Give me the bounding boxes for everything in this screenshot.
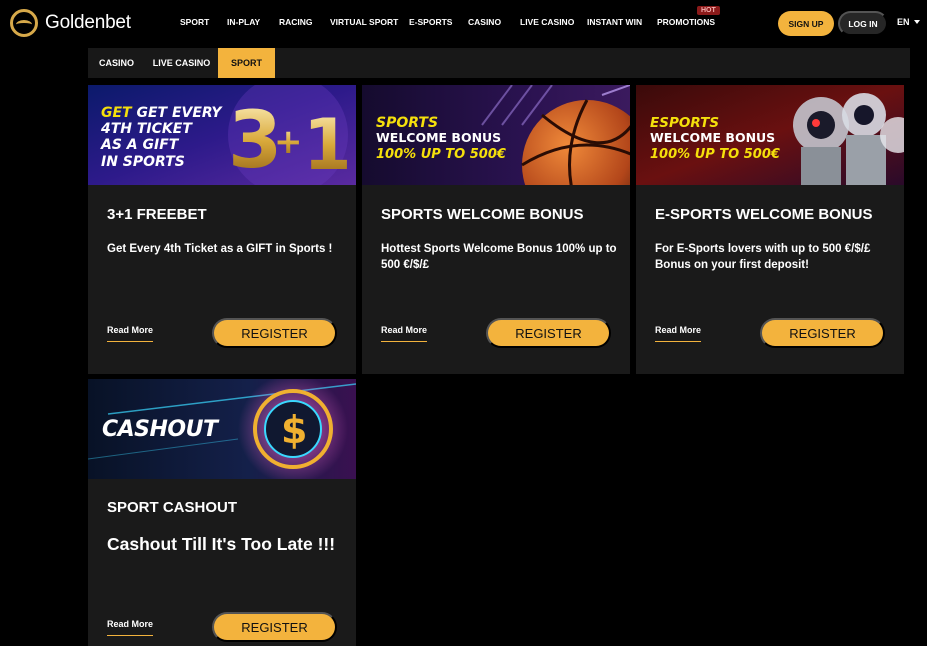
svg-text:1: 1 xyxy=(303,104,352,185)
read-more-link[interactable]: Read More xyxy=(107,619,154,636)
svg-text:$: $ xyxy=(281,408,307,452)
nav-racing[interactable]: RACING xyxy=(279,17,313,27)
promo-card-sports-bonus: SPORTS WELCOME BONUS 100% UP TO 500€ SPO… xyxy=(362,85,630,374)
esports-banner-line-1: ESPORTS xyxy=(650,115,720,131)
freebet-banner-line-4: IN SPORTS xyxy=(101,154,185,170)
category-tabs: CASINO LIVE CASINO SPORT xyxy=(88,48,910,78)
logo-icon xyxy=(10,9,38,37)
card-title: SPORTS WELCOME BONUS xyxy=(381,206,584,223)
sports-banner-line-2: WELCOME BONUS xyxy=(376,130,502,145)
freebet-banner-line-2: 4TH TICKET xyxy=(101,121,192,137)
freebet-banner-line-1: GET GET EVERY xyxy=(101,105,222,121)
tab-sport[interactable]: SPORT xyxy=(218,48,275,78)
nav-casino[interactable]: CASINO xyxy=(468,17,501,27)
hot-badge: HOT xyxy=(697,6,720,15)
read-more-link[interactable]: Read More xyxy=(107,325,154,342)
sports-banner-line-3: 100% UP TO 500€ xyxy=(376,147,506,162)
top-header: Goldenbet SPORT IN-PLAY RACING VIRTUAL S… xyxy=(0,0,927,46)
nav-sport[interactable]: SPORT xyxy=(180,17,209,27)
read-more-link[interactable]: Read More xyxy=(381,325,428,342)
svg-text:+: + xyxy=(274,122,303,162)
nav-in-play[interactable]: IN-PLAY xyxy=(227,17,260,27)
card-description: Hottest Sports Welcome Bonus 100% up to … xyxy=(381,243,617,271)
language-selector[interactable]: EN xyxy=(897,17,920,27)
log-in-button[interactable]: LOG IN xyxy=(838,11,888,36)
esports-banner-line-3: 100% UP TO 500€ xyxy=(650,147,780,162)
promo-card-esports-bonus: ESPORTS WELCOME BONUS 100% UP TO 500€ E-… xyxy=(636,85,904,374)
nav-promotions[interactable]: PROMOTIONS xyxy=(657,17,715,27)
promo-banner-freebet[interactable]: 3 + 1 GET GET EVERY 4TH TICKET AS A GIFT… xyxy=(88,85,356,185)
sign-up-button[interactable]: SIGN UP xyxy=(778,11,834,36)
card-title: E-SPORTS WELCOME BONUS xyxy=(655,206,873,223)
brand-logo[interactable]: Goldenbet xyxy=(10,9,131,37)
language-label: EN xyxy=(897,17,910,27)
cashout-banner-line-1: CASHOUT xyxy=(102,417,218,442)
card-description: Get Every 4th Ticket as a GIFT in Sports… xyxy=(107,243,333,255)
register-button[interactable]: REGISTER xyxy=(212,612,337,642)
promo-card-cashout: $ CASHOUT SPORT CASHOUT Cashout Till It'… xyxy=(88,379,356,646)
card-title: 3+1 FREEBET xyxy=(107,206,207,223)
card-description: For E-Sports lovers with up to 500 €/$/£… xyxy=(655,243,871,271)
nav-virtual-sport[interactable]: VIRTUAL SPORT xyxy=(330,17,398,27)
read-more-link[interactable]: Read More xyxy=(655,325,702,342)
promo-banner-sports[interactable]: SPORTS WELCOME BONUS 100% UP TO 500€ xyxy=(362,85,630,185)
tab-casino[interactable]: CASINO xyxy=(88,48,145,78)
promo-banner-esports[interactable]: ESPORTS WELCOME BONUS 100% UP TO 500€ xyxy=(636,85,904,185)
nav-instant-win[interactable]: INSTANT WIN xyxy=(587,17,642,27)
freebet-banner-line-3: AS A GIFT xyxy=(101,137,179,153)
register-button[interactable]: REGISTER xyxy=(486,318,611,348)
promo-banner-cashout[interactable]: $ CASHOUT xyxy=(88,379,356,479)
sports-banner-line-1: SPORTS xyxy=(376,115,439,131)
card-description: Cashout Till It's Too Late !!! xyxy=(107,534,336,554)
esports-banner-line-2: WELCOME BONUS xyxy=(650,130,776,145)
chevron-down-icon xyxy=(913,20,920,24)
card-title: SPORT CASHOUT xyxy=(107,499,238,516)
brand-name: Goldenbet xyxy=(45,12,131,33)
tab-live-casino[interactable]: LIVE CASINO xyxy=(145,48,218,78)
promo-card-freebet: 3 + 1 GET GET EVERY 4TH TICKET AS A GIFT… xyxy=(88,85,356,374)
register-button[interactable]: REGISTER xyxy=(760,318,885,348)
nav-live-casino[interactable]: LIVE CASINO xyxy=(520,17,574,27)
register-button[interactable]: REGISTER xyxy=(212,318,337,348)
nav-e-sports[interactable]: E-SPORTS xyxy=(409,17,452,27)
